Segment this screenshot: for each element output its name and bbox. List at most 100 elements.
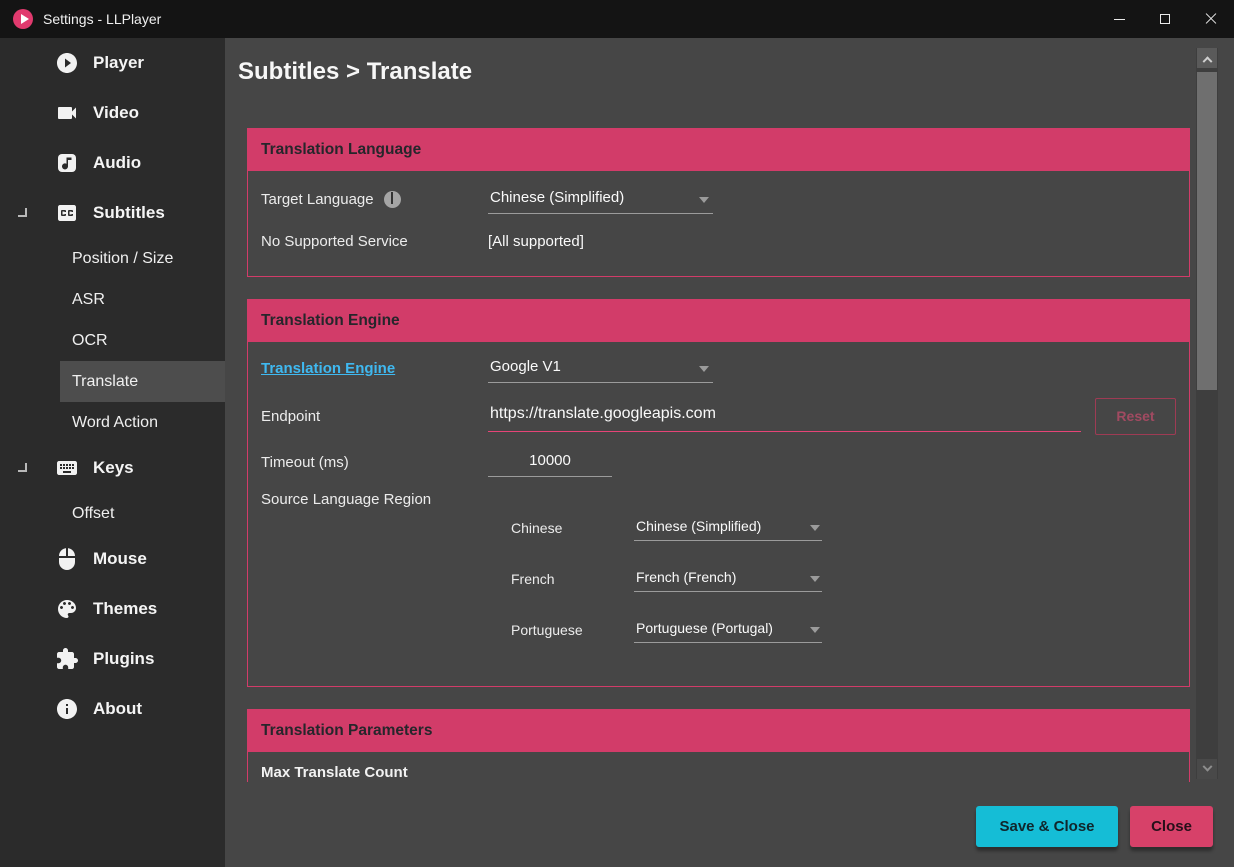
sidebar-item-word-action[interactable]: Word Action [0,402,225,443]
sidebar-item-label: Player [93,53,144,73]
section-translation-language: Translation Language Target Language Chi… [247,128,1190,277]
sidebar-item-video[interactable]: Video [0,88,225,138]
sidebar-item-ocr[interactable]: OCR [0,320,225,361]
region-row-chinese: Chinese Chinese (Simplified) [248,502,1189,553]
sidebar-item-subtitles[interactable]: Subtitles [0,188,225,238]
target-language-dropdown[interactable]: Chinese (Simplified) [488,184,713,214]
region-label: Chinese [511,520,634,536]
reset-button[interactable]: Reset [1095,398,1176,435]
sidebar-item-label: Themes [93,599,157,619]
max-translate-count-label: Max Translate Count [261,764,408,781]
sidebar-item-about[interactable]: About [0,684,225,734]
chevron-down-icon [810,576,820,582]
target-language-label-wrap: Target Language [248,191,488,208]
sidebar-item-plugins[interactable]: Plugins [0,634,225,684]
collapse-indicator-icon[interactable] [18,463,27,472]
section-header: Translation Engine [248,300,1189,342]
sidebar-item-label: About [93,699,142,719]
chevron-down-icon [699,197,709,203]
chevron-down-icon [1202,761,1212,771]
sidebar-item-label: Subtitles [93,203,165,223]
timeout-input[interactable] [488,448,612,477]
scrollbar-thumb[interactable] [1197,72,1217,390]
info-tooltip-icon[interactable] [384,191,401,208]
target-language-label: Target Language [261,191,374,208]
region-label: Portuguese [511,622,634,638]
region-value: French (French) [636,569,736,585]
settings-scroll-region: Translation Language Target Language Chi… [225,38,1234,782]
sidebar-item-keys[interactable]: Keys [0,443,225,493]
palette-icon [55,597,79,621]
no-supported-service-row: No Supported Service [All supported] [248,221,1189,261]
sidebar-item-label: Video [93,103,139,123]
timeout-label: Timeout (ms) [248,454,488,471]
sidebar-subitem-label: Position / Size [72,250,173,268]
section-translation-engine: Translation Engine Translation Engine Go… [247,299,1190,687]
sidebar-subitem-label: Offset [72,505,114,523]
sidebar-item-label: Keys [93,458,134,478]
engine-row: Translation Engine Google V1 [248,346,1189,390]
close-icon [1205,13,1217,25]
region-value: Chinese (Simplified) [636,518,761,534]
endpoint-input[interactable] [488,401,1081,432]
region-portuguese-dropdown[interactable]: Portuguese (Portugal) [634,616,822,643]
closed-captions-icon [55,201,79,225]
maximize-button[interactable] [1142,0,1188,38]
region-label: French [511,571,634,587]
engine-dropdown[interactable]: Google V1 [488,353,713,383]
sidebar-item-label: Audio [93,153,141,173]
title-bar: Settings - LLPlayer [0,0,1234,38]
timeout-row: Timeout (ms) [248,440,1189,484]
endpoint-row: Endpoint Reset [248,392,1189,440]
minimize-icon [1114,19,1125,20]
collapse-indicator-icon[interactable] [18,208,27,217]
region-row-french: French French (French) [248,553,1189,604]
play-circle-icon [55,51,79,75]
sidebar-item-mouse[interactable]: Mouse [0,534,225,584]
section-header: Translation Parameters [248,710,1189,752]
video-camera-icon [55,101,79,125]
mouse-icon [55,547,79,571]
scroll-up-button[interactable] [1197,48,1217,68]
sidebar-item-label: Plugins [93,649,154,669]
section-translation-parameters: Translation Parameters Max Translate Cou… [247,709,1190,782]
sidebar-item-themes[interactable]: Themes [0,584,225,634]
window-title: Settings - LLPlayer [43,11,161,27]
translation-engine-link[interactable]: Translation Engine [261,360,395,377]
sidebar-subitem-label: OCR [72,332,108,350]
puzzle-piece-icon [55,647,79,671]
minimize-button[interactable] [1096,0,1142,38]
region-row-portuguese: Portuguese Portuguese (Portugal) [248,604,1189,655]
sidebar-subitem-label: Word Action [72,414,158,432]
keyboard-icon [55,456,79,480]
window-controls [1096,0,1234,38]
endpoint-label: Endpoint [248,408,488,425]
sidebar-item-audio[interactable]: Audio [0,138,225,188]
no-supported-service-label: No Supported Service [248,233,488,250]
chevron-down-icon [810,627,820,633]
region-chinese-dropdown[interactable]: Chinese (Simplified) [634,514,822,541]
target-language-row: Target Language Chinese (Simplified) [248,179,1189,219]
sidebar-item-label: Mouse [93,549,147,569]
vertical-scrollbar[interactable] [1196,48,1218,779]
sidebar-item-asr[interactable]: ASR [0,279,225,320]
region-value: Portuguese (Portugal) [636,620,773,636]
engine-value: Google V1 [490,358,561,375]
target-language-value: Chinese (Simplified) [490,189,624,206]
music-note-icon [55,151,79,175]
sidebar-item-position-size[interactable]: Position / Size [0,238,225,279]
save-and-close-button[interactable]: Save & Close [976,806,1118,847]
sidebar-item-player[interactable]: Player [0,38,225,88]
sidebar-item-offset[interactable]: Offset [0,493,225,534]
sidebar-subitem-label: ASR [72,291,105,309]
close-window-button[interactable] [1188,0,1234,38]
settings-content: Subtitles > Translate Translation Langua… [225,38,1234,867]
no-supported-service-value: [All supported] [488,233,584,250]
chevron-up-icon [1202,56,1212,66]
scroll-down-button[interactable] [1197,759,1217,779]
region-french-dropdown[interactable]: French (French) [634,565,822,592]
sidebar-item-translate[interactable]: Translate [60,361,225,402]
close-button[interactable]: Close [1130,806,1213,847]
app-logo-icon [13,9,33,29]
footer-bar: Save & Close Close [225,780,1234,867]
